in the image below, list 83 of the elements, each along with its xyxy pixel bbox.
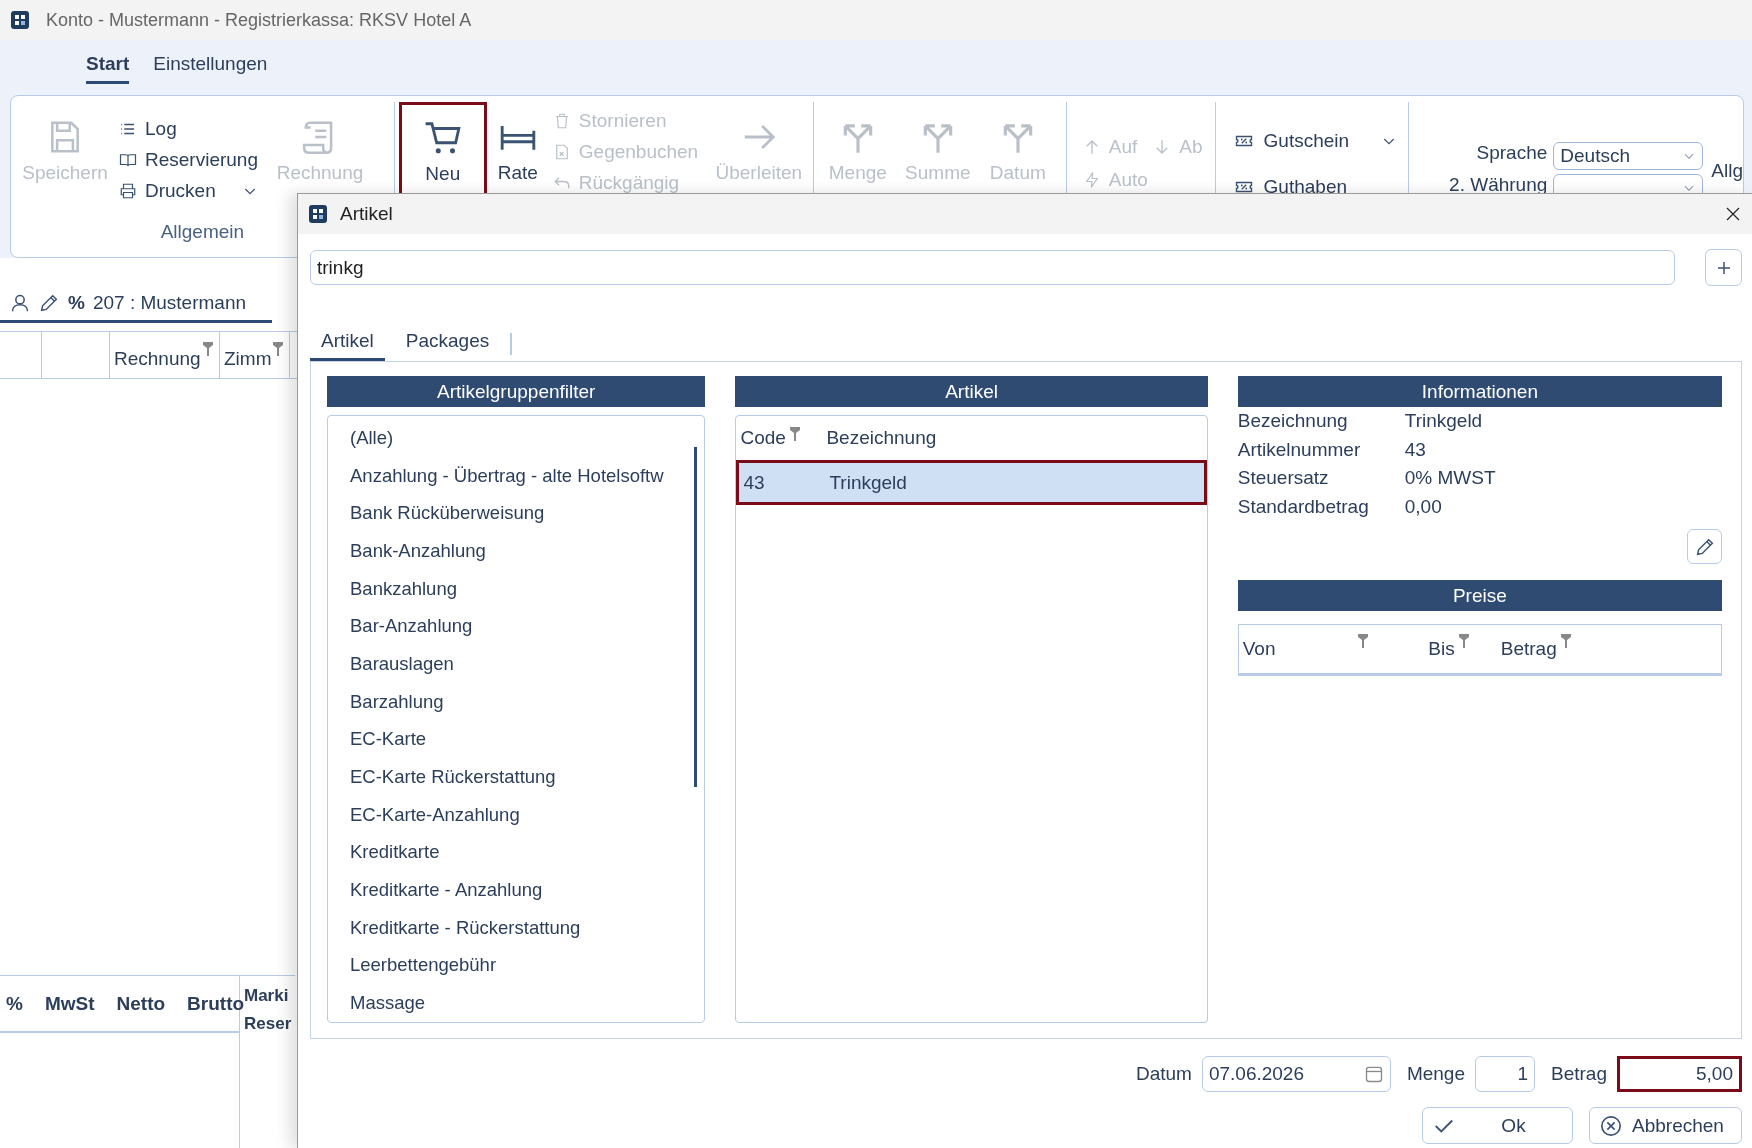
list-item[interactable]: Kreditkarte <box>350 833 705 872</box>
close-icon[interactable] <box>1724 205 1742 223</box>
percent-label: % <box>68 292 85 314</box>
tab[interactable]: Artikel <box>310 326 385 361</box>
list-item[interactable]: (Alle) <box>350 419 705 457</box>
person-icon <box>10 293 30 313</box>
list-item[interactable]: EC-Karte <box>350 720 705 759</box>
language-dropdown[interactable]: Deutsch <box>1553 142 1704 170</box>
column-header: MwSt <box>44 992 95 1015</box>
list-item[interactable]: Bank-Anzahlung <box>350 532 705 570</box>
column-header[interactable]: Betrag <box>1500 638 1557 660</box>
table-row[interactable]: 43 Trinkgeld <box>736 460 1207 505</box>
app-logo-icon <box>10 10 30 30</box>
list-item[interactable]: Bar-Anzahlung <box>350 607 705 646</box>
edit-button[interactable] <box>1687 529 1722 564</box>
column-header: Netto <box>116 992 166 1015</box>
rate-button[interactable]: Rate <box>486 102 549 251</box>
group-caption: Allg <box>1711 159 1743 183</box>
dialog-title: Artikel <box>340 203 394 225</box>
field-value: 0% MWST <box>1404 466 1497 490</box>
table-cell: Trinkgeld <box>829 471 907 494</box>
circle-x-icon <box>1600 1114 1622 1137</box>
ribbon-tab[interactable]: Start <box>86 46 130 84</box>
account-name: 207 : Mustermann <box>92 292 247 314</box>
list-item[interactable]: Anzahlung - Übertrag - alte Hotelsoftw <box>350 456 705 495</box>
list-item[interactable]: EC-Karte-Anzahlung <box>350 795 705 834</box>
section-header: Preise <box>1237 580 1722 611</box>
column-header: Brutto <box>187 992 245 1015</box>
amount-field[interactable]: 5,00 <box>1617 1056 1742 1092</box>
field-label: Menge <box>1406 1063 1465 1085</box>
field-label: Betrag <box>1551 1063 1607 1085</box>
group-caption: Allgemein <box>159 221 246 244</box>
column-header[interactable]: Code <box>740 427 786 449</box>
field-label: Standardbetrag <box>1237 494 1370 519</box>
credit-button[interactable]: Guthaben <box>1227 164 1405 210</box>
date-field[interactable]: 07.06.2026 <box>1201 1056 1391 1092</box>
voucher-button[interactable]: Gutschein <box>1227 118 1405 164</box>
section-header: Artikelgruppenfilter <box>327 376 706 407</box>
table-cell-text: 43 <box>743 471 766 494</box>
search-field[interactable]: trinkg <box>310 250 1675 285</box>
cancel-button[interactable]: Abbrechen <box>1589 1107 1742 1144</box>
add-button[interactable] <box>1705 249 1742 286</box>
column-header[interactable]: Bis <box>1428 638 1455 660</box>
pencil-icon <box>38 292 60 314</box>
field-label: Steuersatz <box>1237 466 1330 490</box>
app-logo-icon <box>308 204 328 224</box>
field-value: 43 <box>1404 437 1427 462</box>
list-item[interactable]: Kreditkarte - Anzahlung <box>350 871 705 909</box>
field-value: 0,00 <box>1404 494 1443 519</box>
list-item[interactable]: Barzahlung <box>350 682 705 721</box>
print-button[interactable]: Drucken <box>115 176 270 205</box>
list-item[interactable]: Leerbettengebühr <box>350 946 705 985</box>
printer-icon <box>119 181 137 200</box>
field-label: 2. Währung <box>1449 174 1548 197</box>
section-header: Informationen <box>1237 376 1722 407</box>
list-item[interactable]: EC-Karte Rückerstattung <box>350 758 705 796</box>
list-item[interactable]: Bank Rücküberweisung <box>350 494 705 533</box>
field-label: Bezeichnung <box>1237 409 1349 433</box>
field-label: Sprache <box>1475 142 1548 165</box>
section-label: Marki <box>244 986 290 1006</box>
column-header[interactable]: Bezeichnung <box>826 427 937 449</box>
ribbon-tab[interactable]: Einstellungen <box>153 46 268 84</box>
calendar-icon <box>1363 1064 1384 1084</box>
list-item[interactable]: Bankzahlung <box>350 569 705 608</box>
list-item[interactable]: Massage <box>350 984 705 1022</box>
quantity-field[interactable]: 1 <box>1475 1056 1535 1092</box>
field-label: Datum <box>1135 1063 1192 1085</box>
field-label: Artikelnummer <box>1237 437 1362 462</box>
column-header[interactable]: Von <box>1242 638 1276 660</box>
column-header: % <box>6 992 23 1015</box>
tab[interactable]: Packages <box>394 326 501 361</box>
scrollbar-thumb[interactable] <box>694 447 697 787</box>
reservation-button[interactable]: Reservierung <box>115 145 270 174</box>
window-title: Konto - Mustermann - Registrierkassa: RKSV Hotel A <box>46 9 472 31</box>
list-item[interactable]: Kreditkarte - Rückerstattung <box>350 908 705 947</box>
field-value: Trinkgeld <box>1404 409 1484 433</box>
section-label: Reser <box>244 1014 292 1034</box>
column-header[interactable]: Rechnung <box>114 348 201 378</box>
ok-button[interactable]: Ok <box>1422 1107 1573 1144</box>
section-header: Artikel <box>735 376 1208 407</box>
column-header[interactable]: Zimm <box>224 348 272 378</box>
log-button[interactable]: Log <box>115 114 270 143</box>
list-item[interactable]: Barauslagen <box>350 645 705 683</box>
